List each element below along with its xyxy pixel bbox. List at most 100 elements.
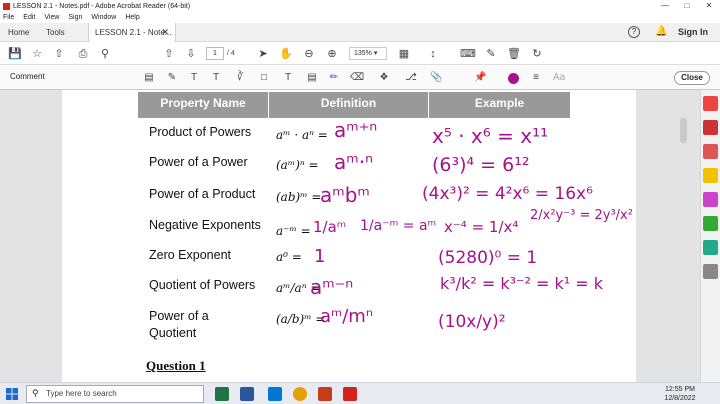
teams-icon[interactable] [268,387,282,401]
bell-icon[interactable]: 🔔 [655,26,667,37]
menu-edit[interactable]: Edit [23,14,35,21]
export-pdf-icon[interactable] [703,96,718,111]
tab-tools[interactable]: Tools [46,23,80,42]
print-icon[interactable]: ⎙ [76,47,90,61]
sticky-note-icon[interactable]: ▤ [143,72,155,84]
next-page-icon[interactable]: ⇩ [184,47,198,61]
select-cursor-icon[interactable]: ➤ [256,47,270,61]
powerpoint-icon[interactable] [318,387,332,401]
page-number-input[interactable]: 1 [206,47,224,60]
save-icon[interactable]: 💾 [8,47,22,61]
eraser-icon[interactable]: ⌫ [350,72,364,84]
def-printed-power: (aᵐ)ⁿ = [276,158,319,172]
acrobat-taskbar-icon[interactable] [343,387,357,401]
close-tab-icon[interactable]: ✕ [161,23,169,42]
def-handwritten-quotient: aᵐ⁻ⁿ [310,275,354,299]
question-heading: Question 1 [146,358,206,373]
highlight-icon[interactable]: ✎ [166,72,178,84]
more-tools-icon[interactable] [703,264,718,279]
help-icon[interactable]: ? [628,26,640,38]
window-titlebar: LESSON 2.1 - Notes.pdf - Adobe Acrobat R… [0,0,720,12]
create-pdf-icon[interactable] [703,120,718,135]
menu-help[interactable]: Help [125,14,139,21]
stamp-icon[interactable]: ⎇ [405,72,417,84]
property-power-of-a-quotient-line1: Power of a [149,309,209,323]
def-handwritten-negative-2: 1/a⁻ᵐ = aᵐ [360,218,437,234]
tab-document[interactable]: LESSON 2.1 - Note... ✕ [88,23,176,42]
example-negative-exponents: x⁻⁴ = 1/x⁴ [444,218,519,236]
menu-window[interactable]: Window [91,14,116,21]
minimize-button[interactable]: — [654,0,676,12]
fill-sign-icon[interactable] [703,240,718,255]
text-comment-icon[interactable]: T [282,72,294,84]
pen-icon[interactable]: ✎ [484,47,498,61]
replace-text-icon[interactable]: ∛ [234,72,246,84]
zoom-out-icon[interactable]: ⊖ [302,47,316,61]
word-icon[interactable] [240,387,254,401]
menu-file[interactable]: File [3,14,14,21]
def-handwritten-product: aᵐ⁺ⁿ [334,118,378,142]
windows-start-icon[interactable] [6,388,18,400]
def-handwritten-zero: 1 [314,246,326,267]
line-width-icon[interactable]: ≡ [530,72,542,84]
tab-bar: Home Tools LESSON 2.1 - Note... ✕ ? 🔔 Si… [0,23,720,42]
scroll-mode-icon[interactable]: ↕ [426,47,440,61]
ink-color-swatch[interactable] [508,73,519,84]
def-handwritten-negative: 1/aᵐ [313,218,347,236]
def-handwritten-power-quotient: aᵐ/mⁿ [320,306,374,327]
example-power-of-a-product: (4x³)² = 4²x⁶ = 16x⁶ [422,184,593,204]
organize-pages-icon[interactable] [703,216,718,231]
property-power-of-a-product: Power of a Product [149,187,256,201]
fit-page-icon[interactable]: ▦ [397,47,411,61]
font-size-icon[interactable]: Aa [553,72,565,84]
chrome-icon[interactable] [293,387,307,401]
comment-label: Comment [10,72,45,81]
delete-icon[interactable]: 🗑 [507,47,521,61]
menu-sign[interactable]: Sign [68,14,82,21]
pin-icon[interactable]: 📌 [474,72,486,84]
bookmark-star-icon[interactable]: ☆ [30,47,44,61]
comment-note-icon[interactable]: ⌨ [460,47,476,61]
rotate-icon[interactable]: ↻ [530,47,544,61]
tab-document-label: LESSON 2.1 - Note... [95,28,172,37]
draw-pencil-icon[interactable]: ✏ [328,72,340,84]
sign-in-button[interactable]: Sign In [678,25,708,40]
upload-icon[interactable]: ⇧ [52,47,66,61]
taskbar-search-placeholder: Type here to search [46,389,117,398]
shapes-icon[interactable]: ❖ [378,72,390,84]
def-printed-power-quotient: (a/b)ᵐ = [276,312,326,326]
attach-icon[interactable]: 📎 [430,72,442,84]
zoom-in-icon[interactable]: ⊕ [325,47,339,61]
clock-time: 12:55 PM [665,386,695,393]
zoom-select[interactable]: 135% ▾ [349,47,387,60]
property-negative-exponents: Negative Exponents [149,218,261,232]
comment-tool-icon[interactable] [703,168,718,183]
comment-toolbar: Comment ▤ ✎ T T ∛ □ T ▤ ✏ ⌫ ❖ ⎇ 📎 📌 ≡ Aa… [0,66,720,90]
scrollbar-thumb[interactable] [680,118,687,143]
system-clock[interactable]: 12:55 PM 12/8/2022 [660,385,700,403]
property-product-of-powers: Product of Powers [149,125,252,139]
underline-text-icon[interactable]: T [188,72,200,84]
def-handwritten-power: aᵐ·ⁿ [334,150,374,174]
main-toolbar: 💾 ☆ ⇧ ⎙ ⚲ ⇧ ⇩ 1 / 4 ➤ ✋ ⊖ ⊕ 135% ▾ ▦ ↕ ⌨… [0,43,720,65]
close-comment-button[interactable]: Close [674,71,710,85]
property-power-of-a-quotient-line2: Quotient [149,326,197,340]
search-icon[interactable]: ⚲ [98,47,112,61]
property-zero-exponent: Zero Exponent [149,248,231,262]
taskbar-search-icon: ⚲ [32,388,39,398]
edit-pdf-icon[interactable] [703,144,718,159]
strikethrough-icon[interactable]: T [210,72,222,84]
excel-icon[interactable] [215,387,229,401]
hand-tool-icon[interactable]: ✋ [279,47,293,61]
combine-files-icon[interactable] [703,192,718,207]
prev-page-icon[interactable]: ⇧ [162,47,176,61]
property-power-of-a-power: Power of a Power [149,155,248,169]
property-quotient-of-powers: Quotient of Powers [149,278,256,292]
maximize-button[interactable]: □ [676,0,698,12]
def-printed-negative: a⁻ᵐ = [276,224,311,238]
tab-home[interactable]: Home [8,23,42,42]
close-window-button[interactable]: ✕ [698,0,720,12]
textbox-icon[interactable]: □ [258,72,270,84]
menu-view[interactable]: View [44,14,59,21]
typewriter-icon[interactable]: ▤ [306,72,318,84]
